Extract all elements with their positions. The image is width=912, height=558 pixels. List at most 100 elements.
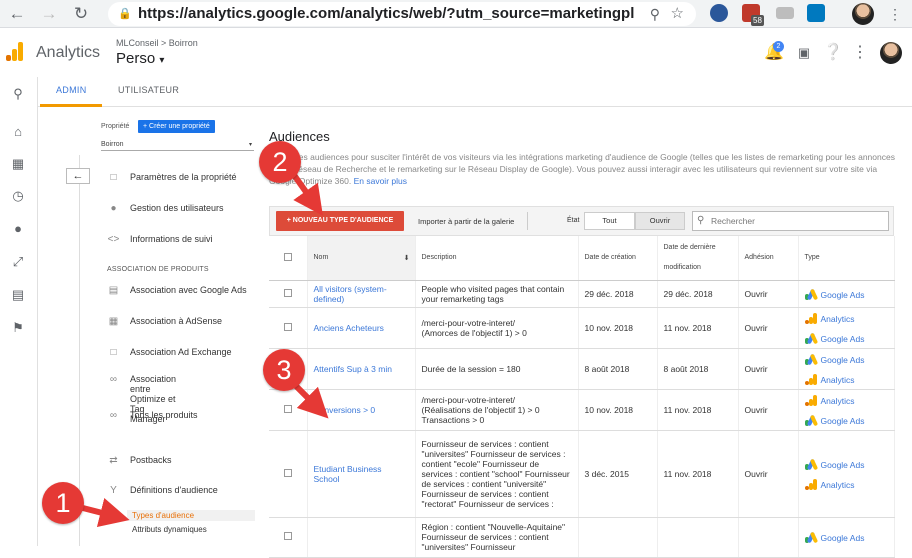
audience-types-cell: Google Ads — [798, 517, 895, 558]
forward-arrow-icon[interactable]: → — [38, 3, 60, 25]
table-row[interactable]: Conversions > 0/merci-pour-votre-interet… — [269, 389, 895, 431]
column-header-name[interactable]: Nom ⬇ — [307, 236, 416, 281]
panel-divider — [79, 155, 80, 546]
column-header-created[interactable]: Date de création — [578, 236, 658, 281]
lock-icon: 🔒 — [118, 8, 132, 20]
type-entry: Google Ads — [804, 527, 888, 547]
extension-icon[interactable] — [776, 7, 794, 19]
address-bar[interactable]: 🔒 https://analytics.google.com/analytics… — [108, 2, 696, 26]
type-label[interactable]: Google Ads — [821, 533, 865, 543]
header-label: Nom — [313, 254, 329, 262]
column-header-description[interactable]: Description — [415, 236, 579, 281]
nav-dynamic-attributes[interactable]: Attributs dynamiques — [132, 525, 207, 534]
type-label[interactable]: Google Ads — [821, 333, 865, 343]
back-arrow-icon[interactable]: ← — [6, 3, 28, 25]
audience-table: Nom ⬇ Description Date de création Date d… — [269, 236, 895, 558]
type-entry: Analytics — [804, 369, 888, 389]
nav-label: Postbacks — [130, 455, 172, 465]
type-label[interactable]: Google Ads — [821, 354, 865, 364]
new-audience-button[interactable]: + NOUVEAU TYPE D'AUDIENCE — [276, 211, 404, 231]
audience-modified: 11 nov. 2018 — [657, 389, 739, 431]
nav-label: Informations de suivi — [130, 234, 213, 244]
user-avatar[interactable] — [880, 42, 902, 64]
learn-more-link[interactable]: En savoir plus — [354, 176, 407, 186]
trello-icon[interactable] — [807, 4, 825, 22]
audience-adhesion: Ouvrir — [738, 348, 799, 390]
audience-created: 3 déc. 2015 — [578, 430, 658, 518]
property-select[interactable]: Boirron ▾ — [101, 139, 254, 151]
tab-admin[interactable]: ADMIN — [56, 85, 87, 95]
back-button[interactable]: ← — [66, 168, 90, 184]
column-header-type[interactable]: Type — [798, 236, 895, 281]
help-icon[interactable]: ❔ — [823, 43, 843, 63]
audience-name-link[interactable]: Attentifs Sup à 3 min — [314, 364, 392, 374]
behavior-icon[interactable]: ▤ — [9, 286, 27, 304]
view-selector[interactable]: Perso ▾ — [116, 50, 164, 67]
admin-tabs: ADMIN UTILISATEUR — [38, 77, 912, 107]
home-icon[interactable]: ⌂ — [9, 123, 27, 141]
row-select-cell — [269, 280, 308, 308]
type-label[interactable]: Analytics — [821, 395, 855, 405]
row-checkbox[interactable] — [283, 404, 292, 413]
table-row[interactable]: All visitors (system-defined) People who … — [269, 280, 895, 308]
apps-grid-icon[interactable]: ▣ — [794, 43, 814, 63]
link-icon: ∞ — [109, 374, 118, 385]
table-row[interactable]: Attentifs Sup à 3 min Durée de la session… — [269, 348, 895, 390]
audience-name-link[interactable]: Etudiant Business School — [314, 464, 382, 484]
audience-types-cell: Analytics Google Ads — [798, 307, 895, 349]
row-checkbox[interactable] — [283, 288, 292, 297]
analytics-logo-icon[interactable] — [6, 41, 24, 61]
audience-name-link[interactable]: All visitors (system-defined) — [314, 284, 387, 304]
row-select-cell — [269, 430, 308, 518]
audience-modified — [657, 517, 739, 558]
row-checkbox[interactable] — [283, 322, 292, 331]
column-header-modified[interactable]: Date de dernière modification — [657, 236, 739, 281]
type-label[interactable]: Analytics — [821, 374, 855, 384]
nav-audience-types[interactable]: Types d'audience — [132, 511, 194, 520]
nav-label: Gestion des utilisateurs — [130, 203, 224, 213]
google-ads-logo-icon — [804, 332, 818, 345]
column-header-adhesion[interactable]: Adhésion — [738, 236, 799, 281]
type-label[interactable]: Google Ads — [821, 459, 865, 469]
reload-icon[interactable]: ↻ — [70, 3, 92, 25]
audience-description: Fournisseur de services : contient "univ… — [415, 430, 579, 518]
filter-all-button[interactable]: Tout — [584, 212, 635, 230]
zoom-icon[interactable]: ⚲ — [650, 2, 660, 26]
type-label[interactable]: Google Ads — [821, 415, 865, 425]
search-field[interactable]: ⚲ Rechercher — [692, 211, 889, 231]
table-row[interactable]: Région : contient "Nouvelle-Aquitaine" F… — [269, 517, 895, 558]
bookmark-star-icon[interactable]: ☆ — [671, 2, 684, 26]
table-row[interactable]: Etudiant Business School Fournisseur de s… — [269, 430, 895, 518]
acquisition-icon[interactable]: ⤢ — [9, 253, 27, 271]
type-label[interactable]: Analytics — [821, 479, 855, 489]
extension-icon[interactable] — [710, 4, 728, 22]
clock-icon[interactable]: ◷ — [9, 187, 27, 205]
dashboard-icon[interactable]: ▦ — [9, 155, 27, 173]
audience-description: Région : contient "Nouvelle-Aquitaine" F… — [415, 517, 579, 558]
type-label[interactable]: Google Ads — [821, 289, 865, 299]
more-options-icon[interactable]: ⋮ — [850, 43, 870, 63]
row-checkbox[interactable] — [283, 468, 292, 477]
tab-user[interactable]: UTILISATEUR — [118, 85, 179, 95]
create-property-button[interactable]: + Créer une propriété — [138, 120, 215, 133]
type-label[interactable]: Analytics — [821, 313, 855, 323]
select-all-checkbox[interactable] — [283, 252, 292, 261]
audience-name-link[interactable]: Conversions > 0 — [314, 405, 376, 415]
audience-created: 8 août 2018 — [578, 348, 658, 390]
type-entry: Analytics — [804, 390, 888, 410]
view-name: Perso — [116, 50, 156, 67]
search-icon[interactable]: ⚲ — [9, 85, 27, 103]
filter-open-button[interactable]: Ouvrir — [635, 212, 685, 230]
audience-name-link[interactable]: Anciens Acheteurs — [314, 323, 384, 333]
browser-profile-avatar[interactable] — [852, 3, 874, 25]
table-row[interactable]: Anciens Acheteurs/merci-pour-votre-inter… — [269, 307, 895, 349]
person-icon[interactable]: ● — [9, 220, 27, 238]
flag-icon[interactable]: ⚑ — [9, 319, 27, 337]
account-breadcrumb[interactable]: MLConseil > Boirron — [116, 38, 198, 48]
browser-menu-icon[interactable]: ⋮ — [884, 3, 906, 25]
google-ads-logo-icon — [804, 353, 818, 366]
row-checkbox[interactable] — [283, 532, 292, 540]
dropdown-arrow-icon: ▾ — [248, 142, 252, 148]
code-icon: <> — [107, 234, 120, 245]
import-gallery-link[interactable]: Importer à partir de la galerie — [418, 217, 514, 226]
